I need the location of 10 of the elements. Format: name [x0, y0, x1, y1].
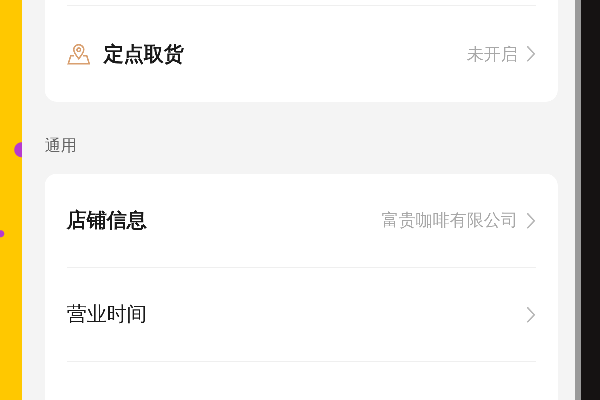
settings-row[interactable]: 定点取货 未开启 [67, 6, 536, 102]
chevron-right-icon [526, 212, 536, 230]
settings-row[interactable]: 店铺信息 富贵咖啡有限公司 [67, 174, 536, 267]
map-pin-icon [67, 42, 91, 66]
row-value: 未开启 [467, 44, 518, 66]
chevron-right-icon [526, 45, 536, 63]
row-value: 富贵咖啡有限公司 [382, 210, 518, 232]
settings-row[interactable]: 营业时间 [67, 268, 536, 361]
chevron-right-icon [526, 306, 536, 324]
section-title: 通用 [45, 135, 78, 157]
